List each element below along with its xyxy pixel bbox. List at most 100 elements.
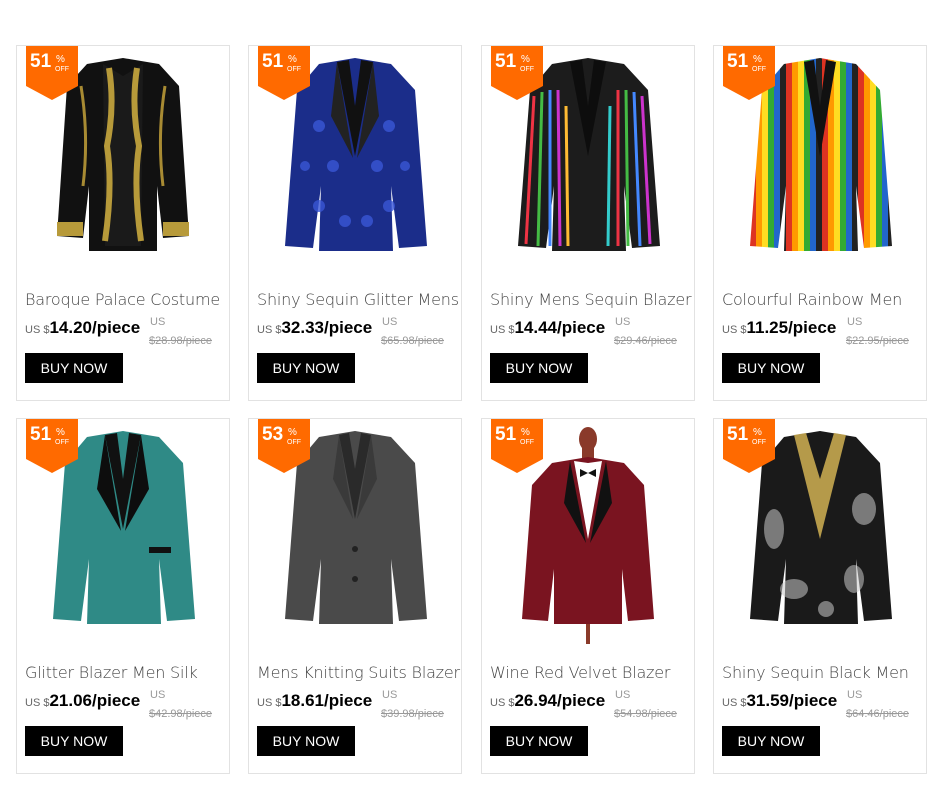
old-currency: US — [150, 689, 166, 701]
currency: US $ — [257, 697, 282, 709]
old-currency: US — [847, 689, 863, 701]
discount-percent: % — [521, 427, 530, 438]
price-line: US $21.06/piece — [25, 691, 140, 711]
discount-badge: 51 % OFF — [491, 419, 543, 473]
currency: US $ — [25, 324, 50, 336]
product-title[interactable]: Wine Red Velvet Blazer — [490, 663, 694, 682]
discount-value: 51 — [495, 51, 517, 72]
discount-off-label: OFF — [55, 439, 69, 446]
product-card[interactable]: 51 % OFF Shiny Sequin Black Men US $31.5… — [713, 418, 927, 774]
product-title[interactable]: Baroque Palace Costume — [25, 290, 229, 309]
discount-off-label: OFF — [520, 66, 534, 73]
old-currency: US — [847, 316, 863, 328]
currency: US $ — [25, 697, 50, 709]
price-value: 31.59 — [746, 691, 790, 710]
buy-now-button[interactable]: BUY NOW — [722, 726, 820, 756]
price-value: 18.61 — [281, 691, 325, 710]
old-price: $28.98/piece — [149, 335, 212, 347]
buy-now-button[interactable]: BUY NOW — [257, 726, 355, 756]
discount-percent: % — [56, 54, 65, 65]
old-price: $65.98/piece — [381, 335, 444, 347]
product-card[interactable]: 51 % OFF Shiny Sequin Glitter Mens US $3… — [248, 45, 462, 401]
product-card[interactable]: 51 % OFF Wine Red Velvet Blazer US $26.9… — [481, 418, 695, 774]
discount-value: 51 — [727, 424, 749, 445]
price-unit: /piece — [92, 318, 141, 337]
discount-percent: % — [288, 54, 297, 65]
buy-now-button[interactable]: BUY NOW — [490, 726, 588, 756]
discount-value: 51 — [262, 51, 284, 72]
product-title[interactable]: Shiny Mens Sequin Blazer — [490, 290, 694, 309]
discount-value: 51 — [495, 424, 517, 445]
buy-now-button[interactable]: BUY NOW — [25, 726, 123, 756]
price-line: US $26.94/piece — [490, 691, 605, 711]
discount-off-label: OFF — [287, 66, 301, 73]
currency: US $ — [490, 324, 515, 336]
old-price: $22.95/piece — [846, 335, 909, 347]
discount-value: 51 — [30, 51, 52, 72]
discount-percent: % — [288, 427, 297, 438]
price-value: 11.25 — [746, 318, 789, 337]
old-currency: US — [150, 316, 166, 328]
old-currency: US — [382, 689, 398, 701]
discount-off-label: OFF — [287, 439, 301, 446]
discount-badge: 51 % OFF — [491, 46, 543, 100]
discount-badge: 53 % OFF — [258, 419, 310, 473]
discount-percent: % — [753, 427, 762, 438]
price-unit: /piece — [789, 691, 838, 710]
old-price: $64.46/piece — [846, 708, 909, 720]
price-unit: /piece — [324, 691, 373, 710]
discount-off-label: OFF — [520, 439, 534, 446]
price-line: US $18.61/piece — [257, 691, 372, 711]
discount-off-label: OFF — [752, 66, 766, 73]
price-line: US $14.44/piece — [490, 318, 605, 338]
old-price: $29.46/piece — [614, 335, 677, 347]
discount-percent: % — [753, 54, 762, 65]
product-card[interactable]: 51 % OFF Colourful Rainbow Men US $11.25… — [713, 45, 927, 401]
discount-value: 51 — [727, 51, 749, 72]
currency: US $ — [722, 324, 747, 336]
price-value: 26.94 — [514, 691, 558, 710]
old-price: $39.98/piece — [381, 708, 444, 720]
discount-badge: 51 % OFF — [26, 46, 78, 100]
product-title[interactable]: Colourful Rainbow Men — [722, 290, 926, 309]
discount-percent: % — [56, 427, 65, 438]
product-title[interactable]: Mens Knitting Suits Blazers — [257, 663, 461, 682]
old-price: $42.98/piece — [149, 708, 212, 720]
discount-value: 51 — [30, 424, 52, 445]
buy-now-button[interactable]: BUY NOW — [257, 353, 355, 383]
discount-badge: 51 % OFF — [723, 46, 775, 100]
product-title[interactable]: Shiny Sequin Glitter Mens — [257, 290, 461, 309]
old-currency: US — [615, 689, 631, 701]
price-unit: /piece — [324, 318, 373, 337]
price-line: US $31.59/piece — [722, 691, 837, 711]
discount-badge: 51 % OFF — [723, 419, 775, 473]
discount-off-label: OFF — [752, 439, 766, 446]
price-unit: /piece — [788, 318, 837, 337]
discount-off-label: OFF — [55, 66, 69, 73]
buy-now-button[interactable]: BUY NOW — [722, 353, 820, 383]
product-card[interactable]: 51 % OFF Baroque Palace Costume US $14.2… — [16, 45, 230, 401]
product-card[interactable]: 53 % OFF Mens Knitting Suits Blazers US … — [248, 418, 462, 774]
currency: US $ — [722, 697, 747, 709]
price-value: 32.33 — [281, 318, 325, 337]
product-card[interactable]: 51 % OFF Shiny Mens Sequin Blazer US $14… — [481, 45, 695, 401]
price-unit: /piece — [92, 691, 141, 710]
buy-now-button[interactable]: BUY NOW — [490, 353, 588, 383]
discount-badge: 51 % OFF — [258, 46, 310, 100]
price-value: 14.20 — [49, 318, 93, 337]
buy-now-button[interactable]: BUY NOW — [25, 353, 123, 383]
price-line: US $32.33/piece — [257, 318, 372, 338]
price-line: US $11.25/piece — [722, 318, 836, 338]
discount-percent: % — [521, 54, 530, 65]
product-card[interactable]: 51 % OFF Glitter Blazer Men Silk US $21.… — [16, 418, 230, 774]
product-title[interactable]: Glitter Blazer Men Silk — [25, 663, 229, 682]
product-title[interactable]: Shiny Sequin Black Men — [722, 663, 926, 682]
currency: US $ — [490, 697, 515, 709]
old-currency: US — [382, 316, 398, 328]
price-value: 14.44 — [514, 318, 558, 337]
price-value: 21.06 — [49, 691, 93, 710]
old-price: $54.98/piece — [614, 708, 677, 720]
price-unit: /piece — [557, 691, 606, 710]
price-unit: /piece — [557, 318, 606, 337]
old-currency: US — [615, 316, 631, 328]
